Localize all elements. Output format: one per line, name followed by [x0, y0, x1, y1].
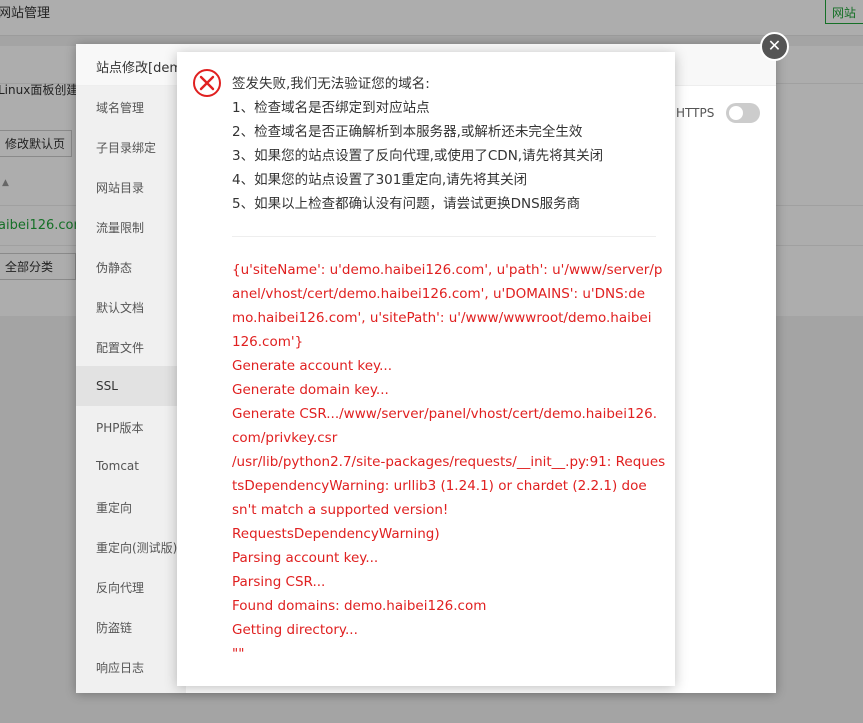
- log-line: Generate CSR.../www/server/panel/vhost/c…: [232, 406, 658, 422]
- log-line: Parsing account key...: [232, 550, 379, 566]
- log-line: Parsing CSR...: [232, 574, 326, 590]
- check-item: 3、如果您的站点设置了反向代理,或使用了CDN,请先将其关闭: [232, 148, 604, 164]
- check-item: 1、检查域名是否绑定到对应站点: [232, 100, 430, 116]
- log-line: anel/vhost/cert/demo.haibei126.com', u'D…: [232, 286, 646, 302]
- log-line: 126.com'}: [232, 334, 304, 350]
- error-message-dialog: 签发失败,我们无法验证您的域名: 1、检查域名是否绑定到对应站点 2、检查域名是…: [177, 52, 675, 686]
- sidebar-item-redirect-beta[interactable]: 重定向(测试版): [76, 526, 186, 566]
- error-summary: 签发失败,我们无法验证您的域名: 1、检查域名是否绑定到对应站点 2、检查域名是…: [232, 72, 662, 216]
- sidebar-item-php[interactable]: PHP版本: [76, 406, 186, 446]
- sidebar-item-rewrite[interactable]: 伪静态: [76, 246, 186, 286]
- sidebar-item-subdir[interactable]: 子目录绑定: [76, 126, 186, 166]
- log-line: Found domains: demo.haibei126.com: [232, 598, 487, 614]
- sidebar-item-site-dir[interactable]: 网站目录: [76, 166, 186, 206]
- sidebar-item-tomcat[interactable]: Tomcat: [76, 446, 186, 486]
- close-icon[interactable]: ✕: [760, 32, 789, 61]
- log-line: /usr/lib/python2.7/site-packages/request…: [232, 454, 666, 470]
- sidebar-item-domain[interactable]: 域名管理: [76, 86, 186, 126]
- error-log: {u'siteName': u'demo.haibei126.com', u'p…: [232, 258, 666, 666]
- log-line: mo.haibei126.com', u'sitePath': u'/www/w…: [232, 310, 652, 326]
- site-settings-sidebar: 域名管理 子目录绑定 网站目录 流量限制 伪静态 默认文档 配置文件 SSL P…: [76, 86, 186, 693]
- sidebar-item-response-log[interactable]: 响应日志: [76, 646, 186, 686]
- error-headline: 签发失败,我们无法验证您的域名:: [232, 76, 430, 92]
- https-label: HTTPS: [676, 106, 715, 120]
- log-line: Generate domain key...: [232, 382, 389, 398]
- log-line: "": [232, 646, 245, 662]
- log-line: Getting directory...: [232, 622, 358, 638]
- sidebar-item-reverse-proxy[interactable]: 反向代理: [76, 566, 186, 606]
- sidebar-item-config[interactable]: 配置文件: [76, 326, 186, 366]
- log-line: tsDependencyWarning: urllib3 (1.24.1) or…: [232, 478, 647, 494]
- sidebar-item-ssl[interactable]: SSL: [76, 366, 186, 406]
- log-line: Generate account key...: [232, 358, 392, 374]
- sidebar-item-redirect[interactable]: 重定向: [76, 486, 186, 526]
- divider: [232, 236, 656, 237]
- force-https-toggle[interactable]: [726, 103, 760, 123]
- log-line: com/privkey.csr: [232, 430, 338, 446]
- check-item: 4、如果您的站点设置了301重定向,请先将其关闭: [232, 172, 528, 188]
- error-circle-icon: [193, 69, 221, 97]
- log-line: {u'siteName': u'demo.haibei126.com', u'p…: [232, 262, 663, 278]
- log-line: RequestsDependencyWarning): [232, 526, 440, 542]
- check-item: 2、检查域名是否正确解析到本服务器,或解析还未完全生效: [232, 124, 583, 140]
- sidebar-item-traffic-limit[interactable]: 流量限制: [76, 206, 186, 246]
- check-item: 5、如果以上检查都确认没有问题，请尝试更换DNS服务商: [232, 196, 581, 212]
- log-line: sn't match a supported version!: [232, 502, 449, 518]
- toggle-knob: [729, 106, 743, 120]
- sidebar-item-default-doc[interactable]: 默认文档: [76, 286, 186, 326]
- sidebar-item-hotlink[interactable]: 防盗链: [76, 606, 186, 646]
